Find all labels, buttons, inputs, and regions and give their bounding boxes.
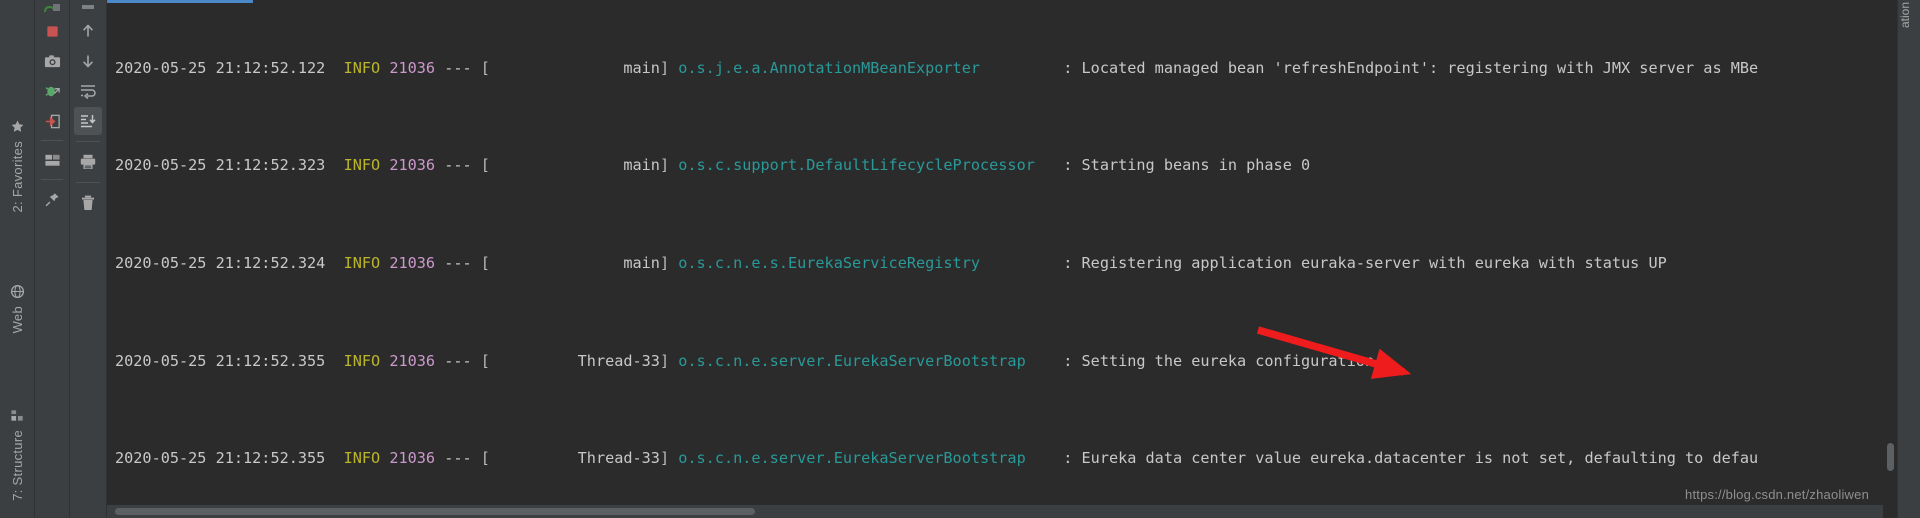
sidebar-item-structure-label: 7: Structure bbox=[9, 430, 25, 501]
log-sep: --- bbox=[444, 254, 472, 273]
run-tab-partial-icon bbox=[38, 3, 66, 15]
log-thread: main bbox=[623, 156, 660, 175]
log-level: INFO bbox=[343, 156, 381, 175]
log-line: 2020-05-25 21:12:52.122 INFO 21036 --- [… bbox=[115, 56, 1897, 80]
soft-wrap-button[interactable] bbox=[74, 77, 102, 105]
horizontal-scrollbar[interactable] bbox=[107, 505, 1883, 518]
log-message: : Starting beans in phase 0 bbox=[1063, 156, 1311, 175]
log-logger: o.s.c.n.e.s.EurekaServiceRegistry bbox=[678, 254, 980, 273]
active-tab-underline bbox=[107, 0, 253, 3]
log-sep: --- bbox=[444, 58, 472, 77]
structure-icon bbox=[10, 408, 25, 426]
watermark: https://blog.csdn.net/zhaoliwen bbox=[1685, 487, 1869, 502]
log-sep: --- bbox=[444, 351, 472, 370]
vertical-scrollbar-thumb[interactable] bbox=[1887, 443, 1894, 471]
log-sep: --- bbox=[444, 156, 472, 175]
log-logger: o.s.c.n.e.server.EurekaServerBootstrap bbox=[678, 449, 1026, 468]
log-pid: 21036 bbox=[389, 254, 436, 273]
log-level: INFO bbox=[343, 58, 381, 77]
log-message: : Registering application euraka-server … bbox=[1063, 254, 1667, 273]
log-level: INFO bbox=[343, 351, 381, 370]
log-line: 2020-05-25 21:12:52.355 INFO 21036 --- [… bbox=[115, 446, 1897, 470]
sidebar-item-favorites[interactable]: 2: Favorites bbox=[0, 119, 34, 218]
log-message: : Located managed bean 'refreshEndpoint'… bbox=[1063, 58, 1759, 77]
log-pid: 21036 bbox=[389, 449, 436, 468]
log-logger: o.s.j.e.a.AnnotationMBeanExporter bbox=[678, 58, 980, 77]
log-pid: 21036 bbox=[389, 156, 436, 175]
stop-button[interactable] bbox=[38, 17, 66, 45]
log-thread: main bbox=[623, 58, 660, 77]
log-timestamp: 2020-05-25 21:12:52.323 bbox=[115, 156, 326, 175]
debug-button[interactable] bbox=[38, 77, 66, 105]
left-tool-window-bar: 2: Favorites Web 7: Structure bbox=[0, 0, 35, 518]
log-timestamp: 2020-05-25 21:12:52.355 bbox=[115, 449, 326, 468]
log-level: INFO bbox=[343, 254, 381, 273]
console-tab-underline-row bbox=[107, 0, 1897, 3]
log-line: 2020-05-25 21:12:52.324 INFO 21036 --- [… bbox=[115, 251, 1897, 275]
console-toolbar bbox=[70, 0, 107, 518]
globe-icon bbox=[10, 284, 25, 302]
sidebar-item-structure[interactable]: 7: Structure bbox=[0, 408, 34, 506]
log-thread: Thread-33 bbox=[577, 449, 660, 468]
log-line: 2020-05-25 21:12:52.355 INFO 21036 --- [… bbox=[115, 349, 1897, 373]
log-logger: o.s.c.support.DefaultLifecycleProcessor bbox=[678, 156, 1035, 175]
log-line: 2020-05-25 21:12:52.323 INFO 21036 --- [… bbox=[115, 153, 1897, 177]
camera-button[interactable] bbox=[38, 47, 66, 75]
right-tool-window-bar: ation bbox=[1897, 0, 1920, 518]
console-toolbar-divider-2 bbox=[76, 182, 100, 183]
scroll-to-end-button[interactable] bbox=[74, 107, 102, 135]
horizontal-scrollbar-thumb[interactable] bbox=[115, 508, 755, 515]
log-sep: --- bbox=[444, 449, 472, 468]
run-toolbar bbox=[35, 0, 70, 518]
sidebar-item-web-label: Web bbox=[9, 305, 25, 333]
log-message: : Eureka data center value eureka.datace… bbox=[1063, 449, 1759, 468]
toolbar-divider bbox=[41, 140, 63, 141]
console-output-pane[interactable]: 2020-05-25 21:12:52.122 INFO 21036 --- [… bbox=[107, 0, 1897, 518]
up-button[interactable] bbox=[74, 17, 102, 45]
log-thread: main bbox=[623, 254, 660, 273]
pin-button[interactable] bbox=[38, 185, 66, 213]
console-log[interactable]: 2020-05-25 21:12:52.122 INFO 21036 --- [… bbox=[107, 7, 1897, 518]
log-pid: 21036 bbox=[389, 58, 436, 77]
sidebar-item-web[interactable]: Web bbox=[0, 284, 34, 338]
clear-all-button[interactable] bbox=[74, 189, 102, 217]
log-timestamp: 2020-05-25 21:12:52.122 bbox=[115, 58, 326, 77]
log-pid: 21036 bbox=[389, 351, 436, 370]
right-tab-label[interactable]: ation bbox=[1898, 2, 1920, 28]
log-message: : Setting the eureka configuration.. bbox=[1063, 351, 1393, 370]
down-button[interactable] bbox=[74, 47, 102, 75]
log-thread: Thread-33 bbox=[577, 351, 660, 370]
toolbar-divider-2 bbox=[41, 179, 63, 180]
log-level: INFO bbox=[343, 449, 381, 468]
rerun-button[interactable] bbox=[38, 107, 66, 135]
layout-button[interactable] bbox=[38, 146, 66, 174]
print-button[interactable] bbox=[74, 148, 102, 176]
log-timestamp: 2020-05-25 21:12:52.324 bbox=[115, 254, 326, 273]
console-toolbar-divider bbox=[76, 141, 100, 142]
console-top-partial-icon bbox=[74, 5, 102, 15]
log-timestamp: 2020-05-25 21:12:52.355 bbox=[115, 351, 326, 370]
log-logger: o.s.c.n.e.server.EurekaServerBootstrap bbox=[678, 351, 1026, 370]
vertical-scrollbar[interactable] bbox=[1884, 3, 1897, 505]
sidebar-item-favorites-label: 2: Favorites bbox=[9, 141, 25, 213]
ide-window: 2: Favorites Web 7: Structure 2020-05-25… bbox=[0, 0, 1920, 518]
star-icon bbox=[10, 119, 25, 137]
